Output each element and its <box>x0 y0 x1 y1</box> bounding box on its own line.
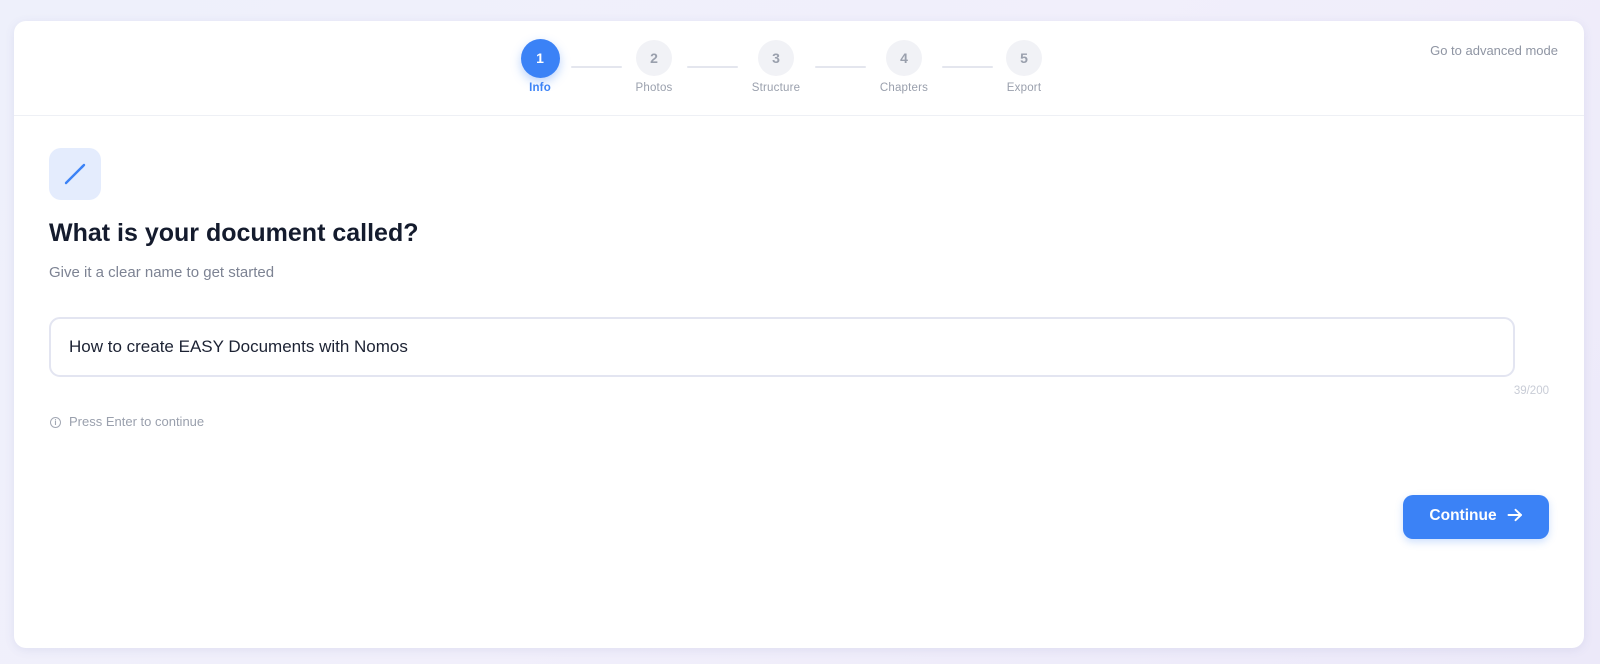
wizard-card: 1 Info 2 Photos 3 Structure 4 Chapters 5… <box>14 21 1584 648</box>
document-name-input[interactable] <box>49 317 1515 377</box>
page-subtitle: Give it a clear name to get started <box>49 264 275 281</box>
arrow-right-icon <box>1507 508 1523 527</box>
step-label: Export <box>1006 82 1042 94</box>
step-number: 1 <box>520 39 560 78</box>
pencil-icon-tile <box>49 148 101 200</box>
step-info[interactable]: 1 Info <box>500 39 580 94</box>
step-label: Info <box>529 82 551 94</box>
step-number: 2 <box>636 40 672 76</box>
character-counter: 39/200 <box>1513 385 1549 397</box>
continue-button[interactable]: Continue <box>1403 495 1549 539</box>
info-icon: i <box>50 417 61 428</box>
stepper-header: 1 Info 2 Photos 3 Structure 4 Chapters 5… <box>14 21 1584 116</box>
step-chapters[interactable]: 4 Chapters <box>864 40 944 94</box>
step-connector <box>687 66 738 68</box>
enter-hint: i Press Enter to continue <box>50 414 204 429</box>
step-number: 4 <box>886 40 922 76</box>
pencil-icon <box>64 163 86 185</box>
step-number: 5 <box>1006 40 1042 76</box>
step-number: 3 <box>758 40 794 76</box>
page-title: What is your document called? <box>49 219 419 247</box>
continue-label: Continue <box>1429 507 1497 524</box>
hint-text: Press Enter to continue <box>69 414 205 429</box>
step-label: Structure <box>751 82 801 94</box>
step-structure[interactable]: 3 Structure <box>736 40 816 94</box>
step-connector <box>815 66 866 68</box>
step-label: Chapters <box>879 82 929 94</box>
advanced-mode-link[interactable]: Go to advanced mode <box>1430 43 1558 58</box>
step-photos[interactable]: 2 Photos <box>614 40 694 94</box>
step-label: Photos <box>635 82 673 94</box>
step-export[interactable]: 5 Export <box>984 40 1064 94</box>
